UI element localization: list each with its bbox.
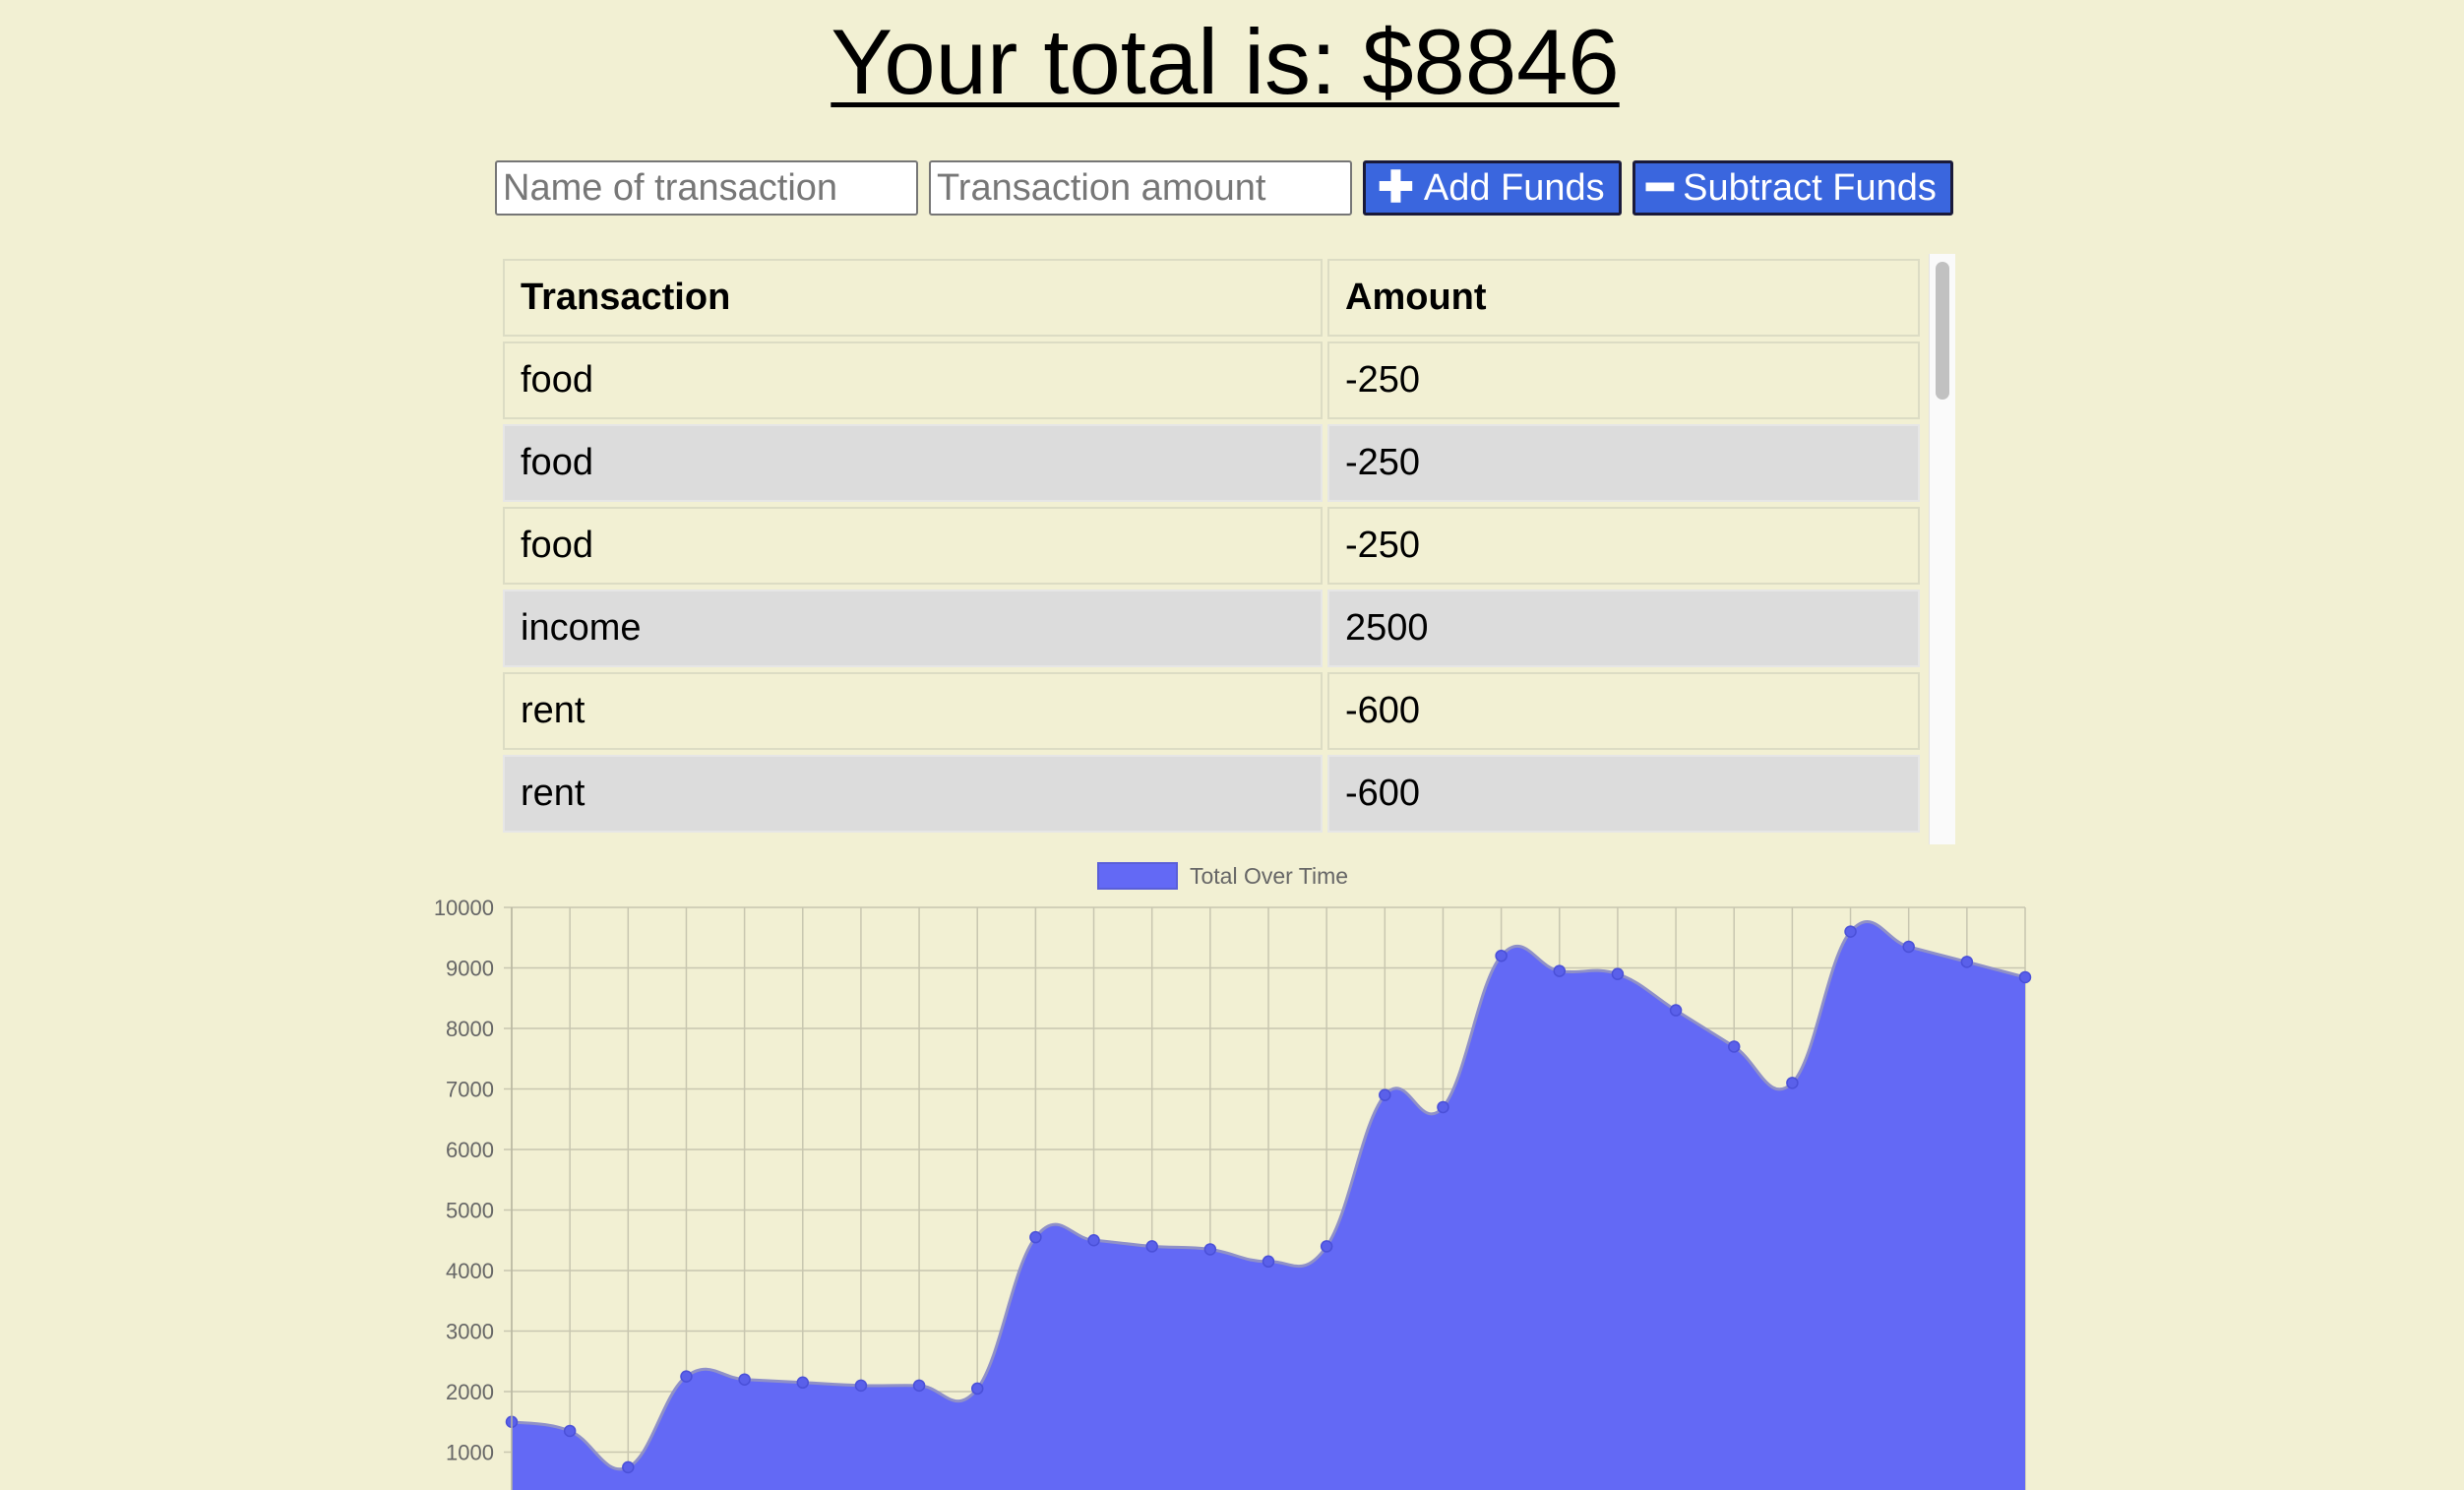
- data-point: [1902, 940, 1915, 954]
- table-row: food -250: [503, 424, 1920, 502]
- data-point: [1960, 956, 1974, 968]
- data-point: [1379, 1088, 1391, 1101]
- y-tick-label: 2000: [446, 1380, 494, 1404]
- transaction-form: ✚ Add Funds ━ Subtract Funds: [495, 160, 1964, 216]
- y-tick-label: 8000: [446, 1017, 494, 1041]
- page-title: Your total is: $8846: [831, 10, 1620, 113]
- table-scrollbar-thumb[interactable]: [1936, 262, 1949, 400]
- data-point: [1553, 964, 1567, 977]
- data-point: [1727, 1040, 1741, 1053]
- data-point: [1029, 1230, 1042, 1244]
- y-tick-label: 4000: [446, 1259, 494, 1283]
- page: Your total is: $8846 ✚ Add Funds ━ Subtr…: [0, 0, 2464, 1490]
- legend-swatch: [1097, 862, 1178, 890]
- transaction-amount-cell: 2500: [1327, 590, 1920, 667]
- table-scrollbar[interactable]: [1929, 254, 1955, 844]
- table-row: income 2500: [503, 590, 1920, 667]
- transaction-name-input[interactable]: [495, 160, 918, 216]
- data-point: [1437, 1100, 1449, 1114]
- add-funds-label: Add Funds: [1423, 166, 1605, 209]
- table-row: rent -600: [503, 672, 1920, 750]
- y-tick-label: 6000: [446, 1138, 494, 1162]
- y-tick-label: 7000: [446, 1078, 494, 1102]
- y-tick-label: 10000: [434, 896, 494, 920]
- data-point: [1203, 1243, 1217, 1256]
- transaction-amount-cell: -250: [1327, 341, 1920, 419]
- data-point: [1145, 1240, 1158, 1253]
- transactions-table-container[interactable]: Transaction Amount food -250 food -250 f…: [498, 254, 1954, 844]
- add-funds-button[interactable]: ✚ Add Funds: [1363, 160, 1622, 216]
- data-point: [970, 1382, 984, 1396]
- subtract-funds-label: Subtract Funds: [1683, 166, 1937, 209]
- data-point: [1495, 949, 1508, 962]
- y-tick-label: 3000: [446, 1320, 494, 1344]
- legend-label: Total Over Time: [1190, 863, 1348, 889]
- data-point: [1611, 967, 1625, 980]
- table-header-row: Transaction Amount: [503, 259, 1920, 337]
- transaction-name-cell: food: [503, 424, 1323, 502]
- amount-column-header: Amount: [1327, 259, 1920, 337]
- data-point: [1087, 1234, 1100, 1247]
- data-point: [1262, 1255, 1275, 1269]
- table-row: food -250: [503, 507, 1920, 585]
- transactions-table: Transaction Amount food -250 food -250 f…: [498, 254, 1925, 838]
- data-point: [854, 1379, 868, 1393]
- y-tick-label: 9000: [446, 957, 494, 981]
- data-point: [796, 1376, 810, 1390]
- transaction-amount-cell: -250: [1327, 424, 1920, 502]
- data-point: [1669, 1004, 1683, 1017]
- data-point: [563, 1424, 577, 1438]
- data-point: [738, 1373, 751, 1386]
- transaction-name-cell: food: [503, 341, 1323, 419]
- transaction-amount-cell: -600: [1327, 755, 1920, 833]
- transaction-amount-cell: -600: [1327, 672, 1920, 750]
- y-tick-label: 1000: [446, 1441, 494, 1465]
- data-point: [622, 1460, 635, 1474]
- data-point: [680, 1370, 693, 1383]
- data-point: [1320, 1240, 1333, 1253]
- transaction-name-cell: food: [503, 507, 1323, 585]
- data-point: [1786, 1077, 1799, 1089]
- minus-icon: ━: [1646, 163, 1674, 212]
- transaction-amount-cell: -250: [1327, 507, 1920, 585]
- table-row: rent -600: [503, 755, 1920, 833]
- transaction-name-cell: rent: [503, 755, 1323, 833]
- transaction-name-cell: income: [503, 590, 1323, 667]
- transaction-column-header: Transaction: [503, 259, 1323, 337]
- total-over-time-chart: 1000 2000 3000 4000 5000 6000 7000 8000 9000 1000…: [434, 862, 2032, 1490]
- y-tick-label: 5000: [446, 1199, 494, 1223]
- subtract-funds-button[interactable]: ━ Subtract Funds: [1632, 160, 1953, 216]
- table-row: food -250: [503, 341, 1920, 419]
- transaction-name-cell: rent: [503, 672, 1323, 750]
- transaction-amount-input[interactable]: [929, 160, 1352, 216]
- data-point: [912, 1379, 926, 1393]
- data-point: [1844, 925, 1857, 938]
- data-point: [2018, 970, 2032, 984]
- plus-icon: ✚: [1378, 163, 1414, 212]
